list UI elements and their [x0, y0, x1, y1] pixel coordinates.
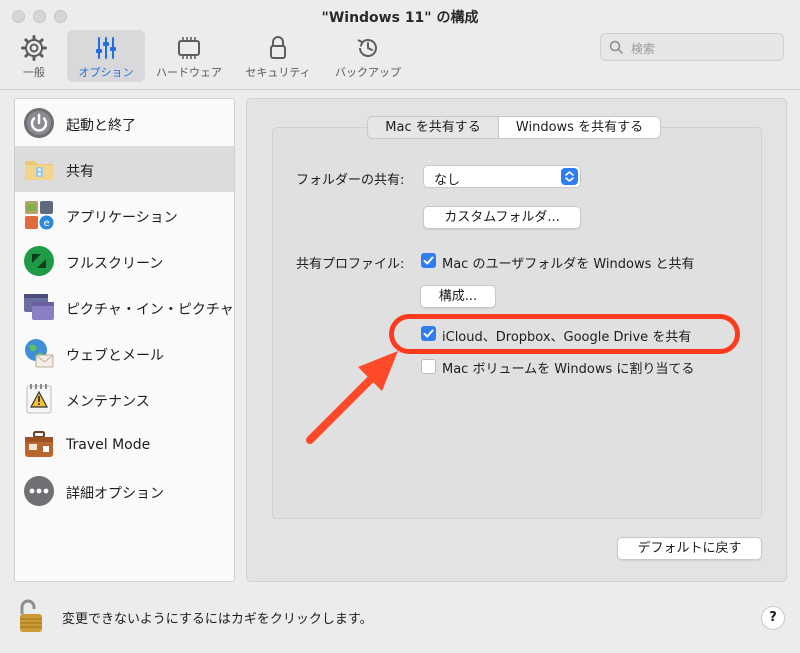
sliders-icon	[96, 37, 116, 59]
folder-share-select[interactable]: なし	[423, 165, 581, 188]
web-mail-icon	[25, 339, 54, 368]
toolbar-hardware[interactable]: ハードウェア	[150, 30, 228, 82]
toolbar-options[interactable]: オプション	[67, 30, 145, 82]
applications-icon: e	[25, 201, 54, 230]
help-button[interactable]: ?	[761, 606, 785, 630]
search-field[interactable]: 検索	[600, 33, 784, 61]
sidebar-item-travel-mode[interactable]: Travel Mode	[15, 422, 234, 468]
sidebar-item-advanced-options[interactable]: 詳細オプション	[15, 468, 234, 514]
svg-text:e: e	[44, 218, 50, 229]
configure-button[interactable]: 構成...	[420, 285, 496, 308]
toolbar-options-label: オプション	[78, 66, 134, 79]
gear-icon	[21, 35, 47, 61]
sidebar-item-maintenance[interactable]: メンテナンス	[15, 376, 234, 422]
lock-icon	[270, 36, 286, 59]
sidebar-item-label: メンテナンス	[66, 394, 150, 410]
sidebar-item-label: フルスクリーン	[66, 256, 164, 272]
search-placeholder: 検索	[631, 42, 656, 56]
toolbar-backup[interactable]: バックアップ	[328, 30, 408, 82]
sidebar-item-label: Travel Mode	[66, 437, 151, 453]
toolbar-security[interactable]: セキュリティ	[238, 30, 318, 82]
annotation-arrow-icon	[306, 351, 398, 444]
sidebar: 起動と終了 共有 e アプリケーション フルスクリーン ピクチャ・イン・ピクチャ…	[14, 98, 235, 582]
fullscreen-icon	[24, 246, 54, 276]
toolbar-hardware-label: ハードウェア	[156, 66, 222, 79]
sidebar-item-label: ウェブとメール	[66, 348, 164, 364]
sidebar-item-label: アプリケーション	[66, 210, 178, 226]
chip-icon	[178, 37, 200, 59]
shared-folder-icon	[25, 161, 53, 180]
share-user-folders-label: Mac のユーザフォルダを Windows と共有	[442, 257, 695, 272]
power-icon	[24, 108, 54, 138]
sidebar-item-applications[interactable]: e アプリケーション	[15, 192, 234, 238]
title-bar: "Windows 11" の構成	[0, 0, 800, 32]
sidebar-item-label: 詳細オプション	[66, 486, 164, 502]
tab-share-windows[interactable]: Windows を共有する	[498, 117, 660, 138]
map-volumes-label: Mac ボリュームを Windows に割り当てる	[442, 362, 695, 377]
unlocked-padlock-icon[interactable]	[17, 598, 45, 634]
lock-message: 変更できないようにするにはカギをクリックします。	[62, 612, 373, 627]
suitcase-icon	[25, 431, 53, 457]
sidebar-item-web-mail[interactable]: ウェブとメール	[15, 330, 234, 376]
custom-folder-button[interactable]: カスタムフォルダ...	[423, 206, 581, 229]
folder-share-value: なし	[434, 173, 461, 188]
profile-label: 共有プロファイル:	[296, 257, 405, 272]
sharing-tab-control: Mac を共有する Windows を共有する	[367, 116, 661, 139]
sidebar-item-sharing[interactable]: 共有	[15, 146, 234, 192]
toolbar-divider	[0, 89, 800, 90]
map-volumes-checkbox[interactable]	[421, 359, 436, 374]
maintenance-icon	[26, 384, 52, 414]
tab-share-mac[interactable]: Mac を共有する	[368, 117, 498, 138]
highlight-outline	[389, 314, 740, 354]
updown-chevron-icon	[561, 168, 578, 185]
preferences-window: "Windows 11" の構成 一般 オプション ハードウェア セキュリティ …	[0, 0, 800, 653]
picture-in-picture-icon	[24, 294, 54, 320]
sidebar-item-picture-in-picture[interactable]: ピクチャ・イン・ピクチャ	[15, 284, 234, 330]
toolbar-general[interactable]: 一般	[8, 30, 60, 82]
folder-share-label: フォルダーの共有:	[296, 173, 405, 188]
checkmark-icon	[423, 256, 434, 265]
window-title: "Windows 11" の構成	[321, 10, 479, 26]
sidebar-item-startup-shutdown[interactable]: 起動と終了	[15, 100, 234, 146]
history-clock-icon	[357, 39, 377, 57]
share-user-folders-checkbox[interactable]	[421, 253, 436, 268]
search-icon	[609, 40, 623, 54]
sidebar-item-label: 共有	[66, 164, 94, 180]
sidebar-item-label: 起動と終了	[66, 118, 136, 134]
toolbar-backup-label: バックアップ	[335, 66, 401, 79]
restore-defaults-button[interactable]: デフォルトに戻す	[617, 537, 762, 560]
sidebar-item-fullscreen[interactable]: フルスクリーン	[15, 238, 234, 284]
more-options-icon	[24, 476, 54, 506]
toolbar-general-label: 一般	[23, 66, 45, 79]
sidebar-item-label: ピクチャ・イン・ピクチャ	[66, 302, 234, 318]
toolbar-security-label: セキュリティ	[245, 66, 311, 79]
